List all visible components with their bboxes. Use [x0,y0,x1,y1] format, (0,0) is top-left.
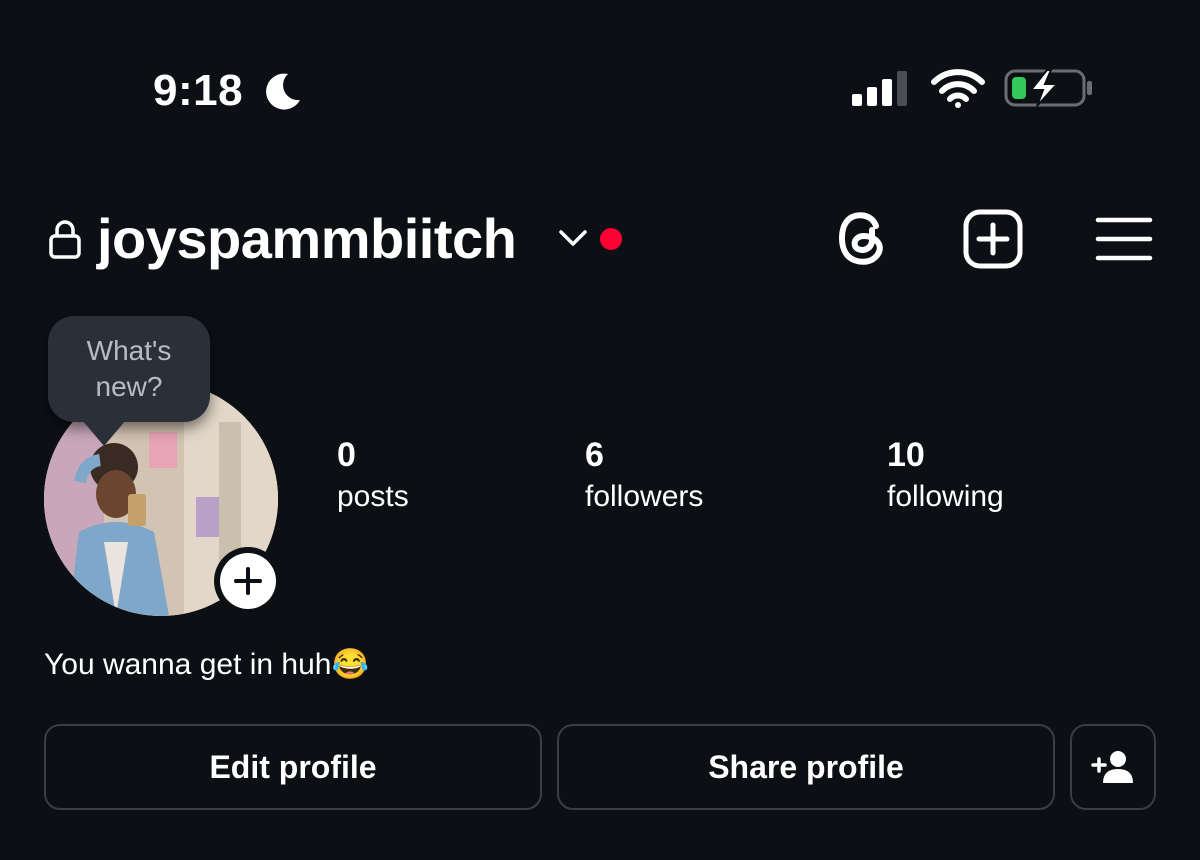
note-bubble-tail [82,420,126,446]
status-time: 9:18 [153,66,244,115]
following-label[interactable]: following [887,480,1004,514]
edit-profile-button[interactable]: Edit profile [44,724,542,810]
share-profile-button[interactable]: Share profile [557,724,1055,810]
lock-icon [49,220,81,259]
followers-count[interactable]: 6 [585,436,604,475]
moon-icon [266,73,300,110]
posts-count[interactable]: 0 [337,436,356,475]
add-person-icon [1091,751,1133,783]
wifi-icon [931,69,985,108]
add-person-button[interactable] [1070,724,1156,810]
note-bubble[interactable]: What's new? [48,316,210,422]
following-count[interactable]: 10 [887,436,925,475]
username[interactable]: joyspammbiitch [97,205,517,273]
note-bubble-text: What's new? [86,335,172,402]
profile-bio: You wanna get in huh😂 [44,648,369,681]
threads-icon[interactable] [832,206,892,270]
create-post-icon[interactable] [962,208,1024,270]
cellular-signal-icon [852,71,907,106]
posts-label[interactable]: posts [337,480,409,514]
add-story-button[interactable] [220,553,276,609]
notification-dot [600,228,622,250]
edit-profile-label: Edit profile [209,748,377,785]
plus-icon [234,567,262,595]
followers-label[interactable]: followers [585,480,703,514]
share-profile-label: Share profile [708,748,904,785]
battery-charging-icon [1004,69,1092,107]
menu-icon[interactable] [1095,214,1153,264]
chevron-down-icon[interactable] [557,226,589,250]
